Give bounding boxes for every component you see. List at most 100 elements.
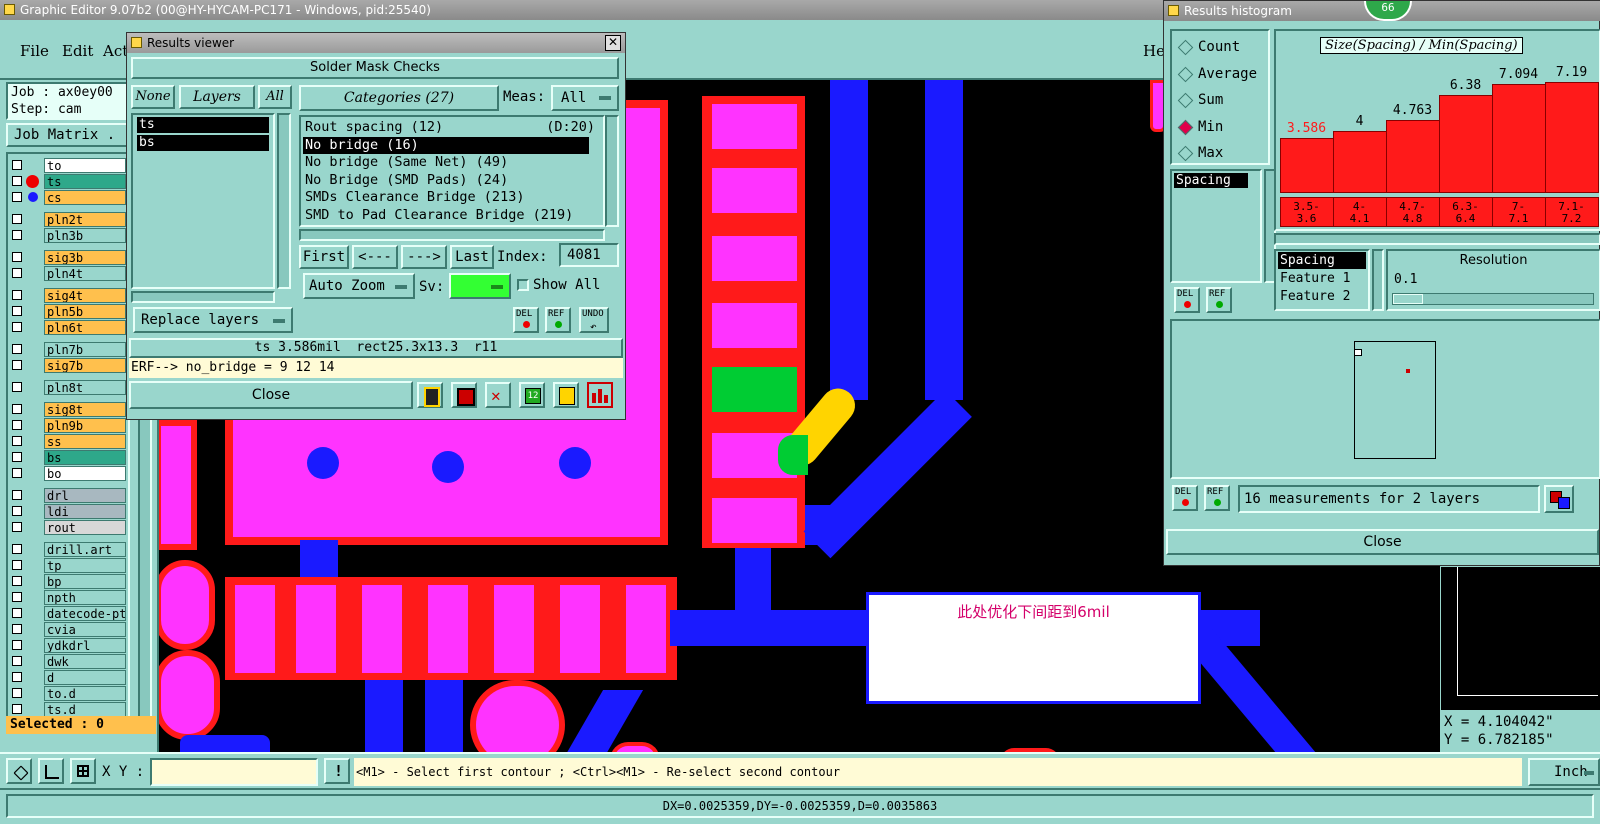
layer-checkbox[interactable] [12,290,22,300]
rv-close-button[interactable]: Close [129,381,413,409]
sv-color-dropdown[interactable] [449,273,511,299]
layer-row[interactable]: sig3b [12,250,126,265]
layer-name[interactable]: npth [44,590,126,605]
layer-row[interactable]: pln6t [12,320,126,335]
hist-close-button[interactable]: Close [1166,529,1599,555]
histogram-hscroll[interactable] [1274,233,1600,245]
layer-row[interactable]: drill.art [12,542,126,557]
layer-name[interactable]: bo [44,466,126,481]
layer-checkbox[interactable] [12,688,22,698]
layer-checkbox[interactable] [12,322,22,332]
rv-layer-hscroll[interactable] [131,291,275,303]
export-icon[interactable] [1544,485,1574,513]
histogram-bar[interactable] [1545,82,1599,193]
layer-name[interactable]: pln5b [44,304,126,319]
option-item[interactable]: Feature 2 [1278,288,1366,305]
zoom-out-icon[interactable] [38,758,64,784]
last-button[interactable]: Last [450,245,494,269]
layer-row[interactable]: bp [12,574,126,589]
replace-layers-dropdown[interactable]: Replace layers [133,307,293,333]
layer-row[interactable]: dwk [12,654,126,669]
layer-row[interactable]: pln4t [12,266,126,281]
layer-checkbox[interactable] [12,490,22,500]
layer-row[interactable]: pln2t [12,212,126,227]
layer-list[interactable]: to ts cs pln2t pln3b sig3b pln4t sig4t pln5b pln6… [6,152,130,734]
layer-row[interactable]: npth [12,590,126,605]
layer-name[interactable]: pln2t [44,212,126,227]
menu-actions[interactable]: Act [103,42,128,60]
layer-row[interactable]: ts [12,174,126,189]
layer-checkbox[interactable] [12,522,22,532]
layer-checkbox[interactable] [12,608,22,618]
layer-row[interactable]: pln3b [12,228,126,243]
histogram-bar[interactable] [1386,120,1440,193]
flag-report-icon[interactable] [417,382,443,408]
first-button[interactable]: First [299,245,349,269]
options-scroll[interactable] [1372,249,1384,311]
histogram-bar[interactable] [1439,95,1493,193]
layer-row[interactable]: ts.d [12,702,126,717]
layer-name[interactable]: ldi [44,504,126,519]
option-item[interactable]: Spacing [1278,252,1366,269]
layer-name[interactable]: drill.art [44,542,126,557]
layer-checkbox[interactable] [12,360,22,370]
rv-layer-list[interactable]: ts bs [131,113,275,289]
layer-checkbox[interactable] [12,436,22,446]
layer-row[interactable]: cvia [12,622,126,637]
layer-name[interactable]: bp [44,574,126,589]
layer-name[interactable]: sig8t [44,402,126,417]
histogram-bar[interactable] [1333,131,1387,193]
layer-checkbox[interactable] [12,704,22,714]
zoom-in-icon[interactable] [6,758,32,784]
category-item[interactable]: No Bridge (SMD Pads) (24) [303,172,601,190]
next-button[interactable]: ---> [401,245,447,269]
layer-name[interactable]: ts [44,174,126,189]
layer-name[interactable]: pln6t [44,320,126,335]
categories-hscroll[interactable] [299,229,605,241]
layer-checkbox[interactable] [12,506,22,516]
layer-row[interactable]: bs [12,450,126,465]
layer-name[interactable]: ydkdrl [44,638,126,653]
layer-name[interactable]: sig3b [44,250,126,265]
layer-name[interactable]: rout [44,520,126,535]
layer-checkbox[interactable] [12,468,22,478]
layer-row[interactable]: ldi [12,504,126,519]
layer-row[interactable]: pln5b [12,304,126,319]
resolution-slider[interactable] [1392,293,1594,305]
rv-layer-item[interactable]: bs [137,135,269,151]
layer-checkbox[interactable] [12,214,22,224]
layer-name[interactable]: pln3b [44,228,126,243]
layer-row[interactable]: drl [12,488,126,503]
save-report-icon[interactable] [451,382,477,408]
layer-name[interactable]: dwk [44,654,126,669]
layer-name[interactable]: ts.d [44,702,126,717]
layer-checkbox[interactable] [12,576,22,586]
layer-row[interactable]: pln9b [12,418,126,433]
layer-row[interactable]: ydkdrl [12,638,126,653]
layer-name[interactable]: datecode-pt [44,606,126,621]
layer-name[interactable]: cvia [44,622,126,637]
layer-name[interactable]: pln9b [44,418,126,433]
layer-checkbox[interactable] [12,672,22,682]
layer-row[interactable]: to.d [12,686,126,701]
layer-row[interactable]: rout [12,520,126,535]
layer-row[interactable]: pln8t [12,380,126,395]
layer-checkbox[interactable] [12,452,22,462]
layer-name[interactable]: sig4t [44,288,126,303]
unit-dropdown[interactable]: Inch [1528,758,1600,786]
xy-input[interactable] [150,758,318,786]
spacing-list-item[interactable]: Spacing [1174,173,1248,188]
layer-name[interactable]: cs [44,190,126,205]
categories-list[interactable]: Rout spacing (12) (D:20) No bridge (16) No … [299,115,605,227]
sort-icon[interactable]: 12 [519,382,545,408]
layer-checkbox[interactable] [12,560,22,570]
layer-row[interactable]: ss [12,434,126,449]
layer-name[interactable]: sig7b [44,358,126,373]
layer-row[interactable]: sig7b [12,358,126,373]
menu-edit[interactable]: Edit [62,42,93,60]
layer-checkbox[interactable] [12,252,22,262]
layer-row[interactable]: bo [12,466,126,481]
layer-row[interactable]: datecode-pt [12,606,126,621]
layer-name[interactable]: to [44,158,126,173]
menu-file[interactable]: File [20,42,49,60]
